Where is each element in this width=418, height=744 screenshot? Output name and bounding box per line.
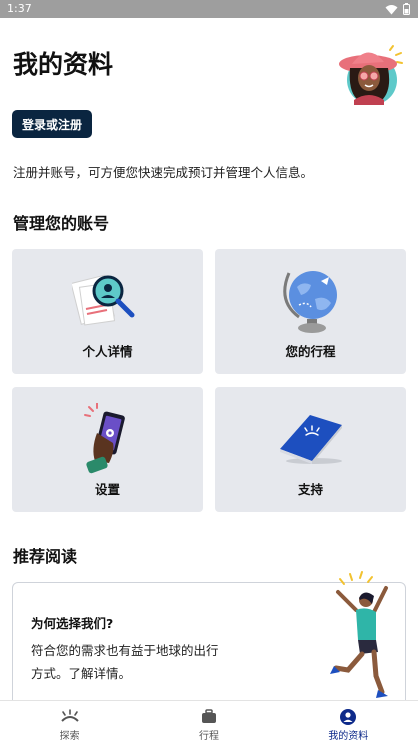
suitcase-icon	[201, 709, 216, 723]
nav-item-trips[interactable]: 行程	[139, 701, 278, 744]
status-bar: 1:37	[0, 0, 418, 18]
nav-item-my-profile[interactable]: 我的资料	[279, 701, 418, 744]
card-label-your-trips: 您的行程	[285, 344, 336, 359]
phone-settings-icon	[83, 403, 125, 474]
user-circle-icon	[340, 709, 357, 725]
recommended-reading-heading: 推荐阅读	[13, 547, 78, 566]
sunrise-icon	[60, 709, 79, 722]
card-support[interactable]: 支持	[215, 387, 406, 512]
card-your-trips[interactable]: 您的行程	[215, 249, 406, 374]
card-label-settings: 设置	[94, 482, 120, 497]
globe-icon	[282, 271, 337, 333]
card-label-support: 支持	[297, 482, 323, 497]
bottom-nav: 探索 行程 我的资料	[0, 700, 418, 744]
article-description: 符合您的需求也有益于地球的出行方式。了解详情。	[31, 643, 219, 681]
nav-label-my-profile: 我的资料	[328, 731, 369, 742]
profile-magnifier-icon	[71, 274, 134, 326]
runner-illustration	[330, 571, 388, 698]
card-settings[interactable]: 设置	[12, 387, 203, 512]
nav-label-trips: 行程	[198, 731, 219, 742]
book-icon	[279, 415, 342, 464]
manage-account-heading: 管理您的账号	[13, 214, 110, 233]
intro-text: 注册并账号，可方便您快速完成预订并管理个人信息。	[13, 165, 314, 180]
login-register-button[interactable]: 登录或注册	[12, 110, 92, 138]
nav-item-explore[interactable]: 探索	[0, 701, 139, 744]
nav-label-explore: 探索	[59, 731, 80, 742]
article-title: 为何选择我们?	[31, 616, 114, 631]
card-personal-details[interactable]: 个人详情	[12, 249, 203, 374]
battery-icon	[403, 3, 410, 15]
page-title: 我的资料	[13, 50, 114, 79]
status-icons	[385, 3, 410, 15]
wifi-icon	[385, 4, 398, 14]
avatar	[339, 45, 403, 105]
card-label-personal-details: 个人详情	[82, 344, 133, 359]
status-time: 1:37	[7, 2, 32, 15]
